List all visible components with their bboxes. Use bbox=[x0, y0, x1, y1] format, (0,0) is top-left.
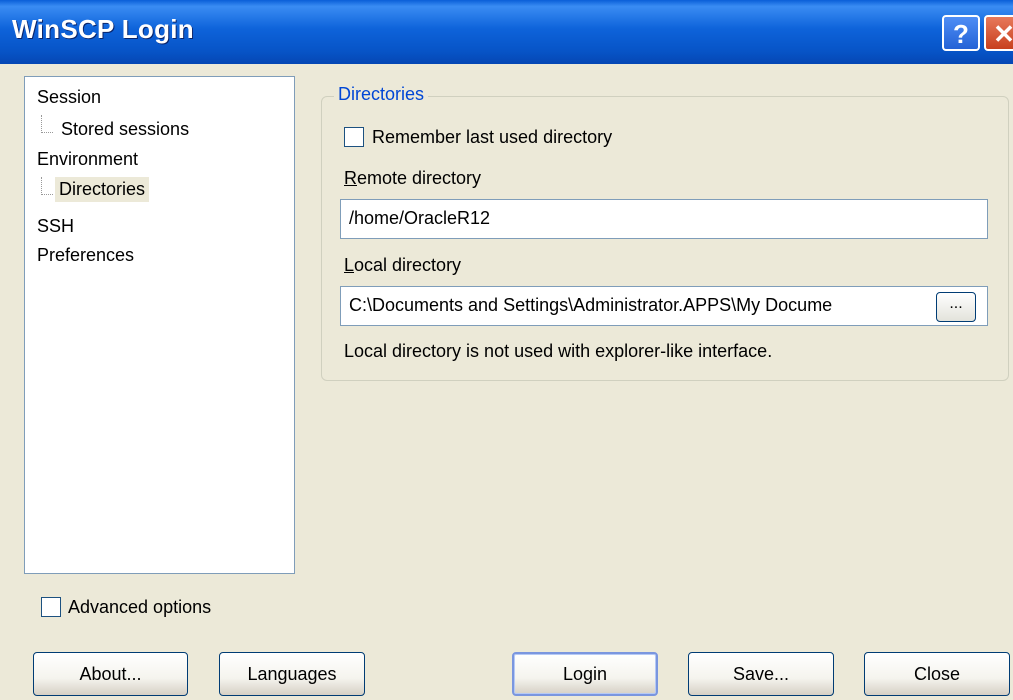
tree-connector bbox=[41, 115, 42, 133]
tree-item-session[interactable]: Session bbox=[33, 85, 105, 110]
tree-item-environment[interactable]: Environment bbox=[33, 147, 142, 172]
help-button[interactable]: ? bbox=[942, 15, 980, 51]
tree-connector bbox=[41, 177, 42, 195]
group-title: Directories bbox=[334, 84, 429, 105]
local-directory-label-text: ocal directory bbox=[354, 255, 462, 275]
remote-directory-label: Remote directory bbox=[344, 168, 481, 189]
remote-directory-label-text: emote directory bbox=[357, 168, 482, 188]
remote-directory-input[interactable]: /home/OracleR12 bbox=[340, 199, 988, 239]
tree-connector bbox=[41, 194, 53, 195]
window-title: WinSCP Login bbox=[12, 14, 194, 44]
tree-item-ssh[interactable]: SSH bbox=[33, 214, 78, 239]
close-icon: ✕ bbox=[993, 19, 1013, 49]
tree-item-stored-sessions[interactable]: Stored sessions bbox=[57, 117, 193, 142]
tree-item-directories[interactable]: Directories bbox=[55, 177, 150, 202]
advanced-options-label[interactable]: Advanced options bbox=[68, 597, 211, 618]
advanced-options-checkbox[interactable] bbox=[41, 597, 61, 617]
navigation-tree[interactable]: Session Stored sessions Environment Dire… bbox=[24, 76, 295, 574]
local-directory-input[interactable]: C:\Documents and Settings\Administrator.… bbox=[340, 286, 988, 326]
remember-directory-label[interactable]: Remember last used directory bbox=[372, 127, 612, 148]
local-directory-note: Local directory is not used with explore… bbox=[344, 341, 773, 361]
local-directory-label: Local directory bbox=[344, 255, 461, 276]
local-directory-accelerator: L bbox=[344, 255, 355, 275]
tree-item-preferences[interactable]: Preferences bbox=[33, 243, 138, 268]
remember-directory-checkbox[interactable] bbox=[344, 127, 364, 147]
remote-directory-accelerator: R bbox=[344, 168, 357, 188]
save-button[interactable]: Save... bbox=[688, 652, 834, 696]
help-icon: ? bbox=[953, 19, 969, 49]
tree-connector bbox=[41, 132, 53, 133]
login-button[interactable]: Login bbox=[512, 652, 658, 696]
languages-button[interactable]: Languages bbox=[219, 652, 365, 696]
about-button[interactable]: About... bbox=[33, 652, 188, 696]
close-button[interactable]: Close bbox=[864, 652, 1010, 696]
browse-local-directory-button[interactable]: ... bbox=[936, 292, 976, 322]
title-bar: WinSCP Login ? ✕ bbox=[0, 0, 1013, 64]
window-close-button[interactable]: ✕ bbox=[984, 15, 1013, 51]
